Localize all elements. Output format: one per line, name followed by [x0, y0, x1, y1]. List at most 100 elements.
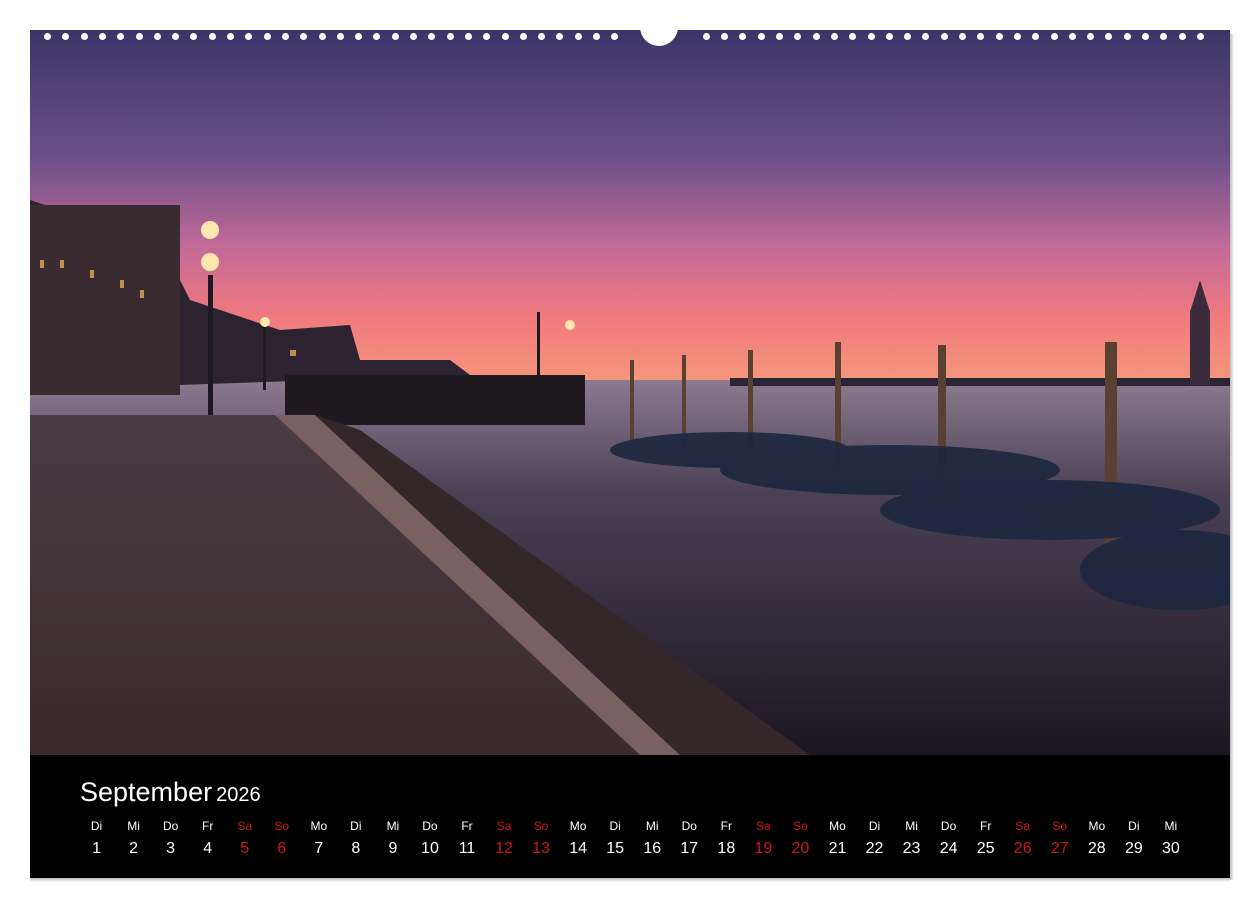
weekday-label: Mi [386, 819, 400, 833]
binding-hole [739, 33, 747, 40]
weekday-label: So [793, 819, 808, 833]
bottom-shadow [30, 878, 1230, 882]
binding-hole [812, 33, 820, 40]
day-number: 26 [1013, 840, 1032, 857]
weekday-label: Fr [202, 819, 214, 833]
weekday-label: Mi [1164, 819, 1178, 833]
binding-hole [1050, 33, 1058, 40]
weekday-label: Fr [979, 819, 992, 833]
binding-hole [556, 33, 564, 40]
weekday-label: Sa [237, 819, 253, 833]
binding-hole [483, 33, 491, 40]
weekday-row: Di Mi Do Fr Sa So Mo Di Mi Do Fr Sa So Mo Di Mi Do Fr Sa So… [78, 819, 1189, 833]
binding-hole [885, 33, 893, 40]
binding-hole [794, 33, 802, 40]
binding-hole [995, 33, 1003, 40]
binding-hole [391, 33, 399, 40]
binding-hole [464, 33, 472, 40]
weekday-label: Fr [720, 819, 732, 833]
binding-hole [355, 33, 363, 40]
binding-hole [757, 33, 765, 40]
binding-hole [977, 33, 985, 40]
calendar-strip: September 2026 Di Mi Do Fr Sa So Mo Di Mi Do Fr Sa So… [30, 755, 1230, 878]
binding-hole [1123, 33, 1131, 40]
weekday-label: Di [868, 819, 881, 833]
binding-hole [227, 33, 234, 40]
binding-hole [1196, 33, 1204, 40]
binding-hole [1178, 33, 1186, 40]
day-number: 15 [606, 840, 625, 857]
binding-hole [153, 33, 161, 40]
day-number: 27 [1050, 840, 1069, 857]
binding-hole [1013, 33, 1021, 40]
day-number: 21 [828, 840, 847, 857]
weekday-label: So [533, 819, 549, 833]
weekday-label: Sa [756, 819, 771, 833]
binding-hole [446, 33, 454, 40]
binding-hole [98, 33, 106, 40]
weekday-label: Do [681, 819, 697, 833]
day-number: 13 [532, 840, 550, 857]
binding-hole [135, 33, 143, 40]
day-number: 7 [314, 840, 324, 857]
day-number: 28 [1087, 840, 1106, 857]
day-number: 22 [865, 840, 884, 857]
binding-hole [1105, 33, 1113, 40]
day-number: 1 [92, 840, 101, 857]
binding-hole [44, 33, 51, 40]
weekday-label: Do [422, 819, 438, 833]
binding-hole [940, 33, 948, 40]
binding-hole [922, 33, 930, 40]
binding-hole [281, 33, 289, 40]
year: 2026 [216, 784, 261, 806]
weekday-label: Do [162, 819, 179, 833]
binding-hole [336, 33, 344, 40]
day-number: 10 [421, 840, 439, 857]
weekday-label: Di [90, 819, 103, 833]
month-title: September 2026 [80, 777, 261, 808]
weekday-label: Di [609, 819, 621, 833]
weekday-label: Mo [1088, 819, 1106, 833]
day-number: 2 [129, 840, 139, 857]
binding-hole [830, 33, 838, 40]
weekday-label: Mo [829, 819, 846, 833]
binding-hole [593, 33, 600, 40]
day-number: 5 [240, 840, 250, 857]
day-number: 19 [754, 840, 773, 857]
binding-hole [849, 33, 857, 40]
binding-hole [208, 33, 216, 40]
binding-hole [428, 33, 436, 40]
binding-hole [538, 33, 546, 40]
binding-hole [867, 33, 875, 40]
weekday-label: So [274, 819, 290, 833]
binding-hole [959, 33, 966, 40]
month-name: September [80, 777, 213, 807]
binding-hole [1160, 33, 1168, 40]
day-number: 17 [680, 840, 699, 857]
binding-hole [1087, 33, 1095, 40]
binding-hole [80, 33, 88, 40]
binding-hole [702, 33, 710, 40]
day-number: 24 [939, 840, 958, 857]
binding-hole [318, 33, 326, 40]
binding-hole [263, 33, 271, 40]
binding-hole [574, 33, 582, 40]
binding-hole [904, 33, 912, 40]
weekday-label: Fr [461, 819, 473, 833]
weekday-label: So [1052, 819, 1068, 833]
right-shadow [1230, 34, 1234, 880]
binding-hole [501, 33, 509, 40]
weekday-label: Mo [569, 819, 587, 833]
binding-hole [117, 33, 125, 40]
day-number: 3 [166, 840, 176, 857]
weekday-label: Mo [310, 819, 328, 833]
day-number: 25 [976, 840, 995, 857]
day-number: 8 [351, 840, 361, 857]
weekday-label: Mi [905, 819, 918, 833]
binding-hole [1142, 33, 1149, 40]
weekday-label: Di [1128, 819, 1140, 833]
binding-hole [172, 33, 180, 40]
day-number: 30 [1161, 840, 1180, 857]
binding-hole [721, 33, 729, 40]
day-number-row: 1 2 3 4 5 6 7 8 9 10 11 12 13 14 15 16 17 18 19 20 21 22 23 24 2… [78, 840, 1189, 858]
